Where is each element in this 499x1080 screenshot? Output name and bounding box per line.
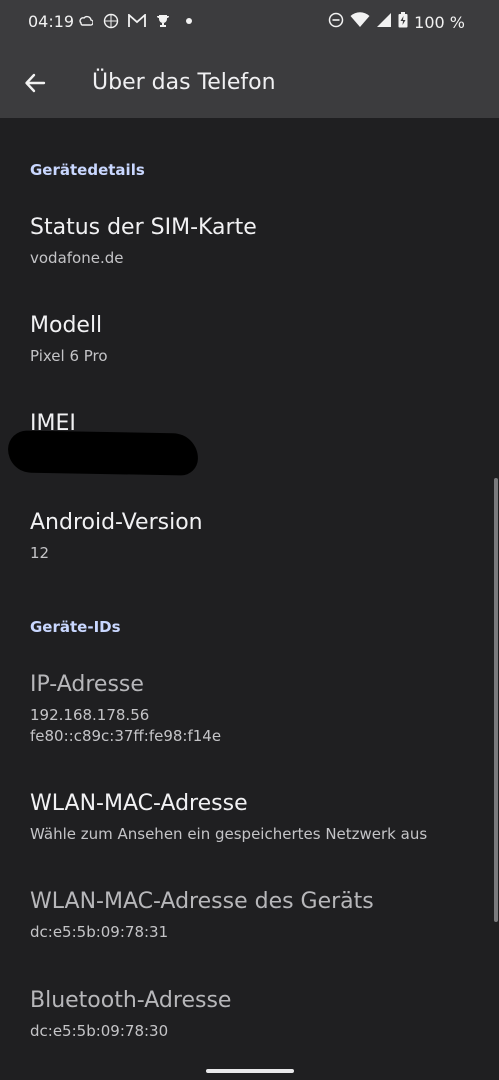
app-bar: Über das Telefon: [0, 54, 499, 114]
back-button[interactable]: [20, 68, 50, 98]
redaction-scribble: [7, 430, 199, 476]
item-subtitle: dc:e5:5b:09:78:31: [30, 923, 169, 941]
item-title: Android-Version: [30, 510, 203, 535]
section-header-device-ids: Geräte-IDs: [30, 618, 121, 636]
status-bar: 04:19 100 %: [0, 0, 499, 44]
item-title: Status der SIM-Karte: [30, 215, 257, 240]
trophy-icon: [154, 12, 172, 30]
list-item-bluetooth-address[interactable]: Bluetooth-Adresse dc:e5:5b:09:78:30: [30, 987, 470, 1041]
notification-icons: [76, 12, 192, 30]
list-item-model[interactable]: Modell Pixel 6 Pro: [30, 312, 470, 366]
item-subtitle-ipv4: 192.168.178.56: [30, 706, 150, 724]
gesture-nav-handle[interactable]: [206, 1069, 294, 1073]
battery-percent: 100 %: [414, 12, 465, 32]
system-status: 100 %: [328, 12, 465, 32]
wifi-icon: [350, 12, 370, 32]
weather-icon: [76, 12, 94, 30]
dot-icon: [186, 18, 192, 24]
item-title: Bluetooth-Adresse: [30, 988, 232, 1013]
item-subtitle: 12: [30, 544, 50, 562]
scrollbar[interactable]: [494, 478, 498, 922]
list-item-wlan-mac[interactable]: WLAN-MAC-Adresse Wähle zum Ansehen ein g…: [30, 790, 470, 844]
top-app-area: 04:19 100 % Über das Telefon: [0, 0, 499, 118]
section-header-device-details: Gerätedetails: [30, 161, 145, 179]
list-item-android-version[interactable]: Android-Version 12: [30, 509, 470, 563]
item-title: Modell: [30, 313, 103, 338]
arrow-back-icon: [25, 73, 46, 93]
item-title: WLAN-MAC-Adresse: [30, 791, 248, 816]
list-item-device-wlan-mac[interactable]: WLAN-MAC-Adresse des Geräts dc:e5:5b:09:…: [30, 888, 470, 942]
item-subtitle-ipv6: fe80::c89c:37ff:fe98:f14e: [30, 727, 222, 745]
gmail-icon: [128, 12, 146, 30]
page-title: Über das Telefon: [92, 70, 276, 95]
item-title: IP-Adresse: [30, 672, 144, 697]
item-subtitle: Wähle zum Ansehen ein gespeichertes Netz…: [30, 825, 428, 843]
item-subtitle: Pixel 6 Pro: [30, 347, 108, 365]
battery-icon: [398, 12, 408, 32]
signal-icon: [376, 12, 392, 32]
list-item-ip-address[interactable]: IP-Adresse 192.168.178.56 fe80::c89c:37f…: [30, 671, 470, 746]
item-subtitle: vodafone.de: [30, 249, 124, 267]
item-subtitle: dc:e5:5b:09:78:30: [30, 1022, 169, 1040]
status-time: 04:19: [28, 12, 75, 31]
list-item-sim-status[interactable]: Status der SIM-Karte vodafone.de: [30, 214, 470, 268]
dnd-icon: [328, 12, 344, 32]
item-title: WLAN-MAC-Adresse des Geräts: [30, 889, 374, 914]
vpn-icon: [102, 12, 120, 30]
